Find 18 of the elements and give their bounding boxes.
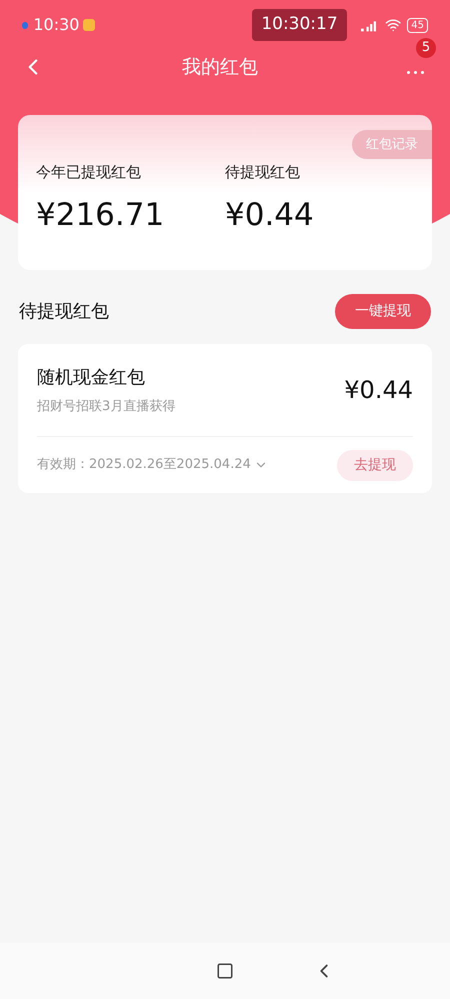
validity-text: 有效期：2025.02.26至2025.04.24 bbox=[37, 456, 251, 474]
notification-icon bbox=[83, 19, 96, 31]
stat-amount: ¥0.44 bbox=[225, 196, 315, 234]
home-icon[interactable] bbox=[216, 962, 234, 980]
section-title: 待提现红包 bbox=[19, 300, 109, 324]
withdraw-button[interactable]: 去提现 bbox=[337, 450, 413, 480]
stat-amount: ¥216.71 bbox=[36, 196, 166, 234]
clock-pill: 10:30:17 bbox=[252, 9, 347, 41]
withdraw-all-button[interactable]: 一键提现 bbox=[335, 294, 431, 329]
record-button[interactable]: 红包记录 bbox=[352, 130, 432, 159]
stat-label: 今年已提现红包 bbox=[36, 162, 142, 183]
packet-amount: ¥0.44 bbox=[344, 375, 413, 406]
packet-source: 招财号招联3月直播获得 bbox=[37, 398, 176, 416]
stat-label: 待提现红包 bbox=[225, 162, 301, 183]
battery-indicator: 45 bbox=[407, 18, 428, 32]
status-time: 10:30 bbox=[33, 14, 80, 36]
packet-title: 随机现金红包 bbox=[37, 366, 146, 390]
page-title: 我的红包 bbox=[181, 54, 259, 80]
